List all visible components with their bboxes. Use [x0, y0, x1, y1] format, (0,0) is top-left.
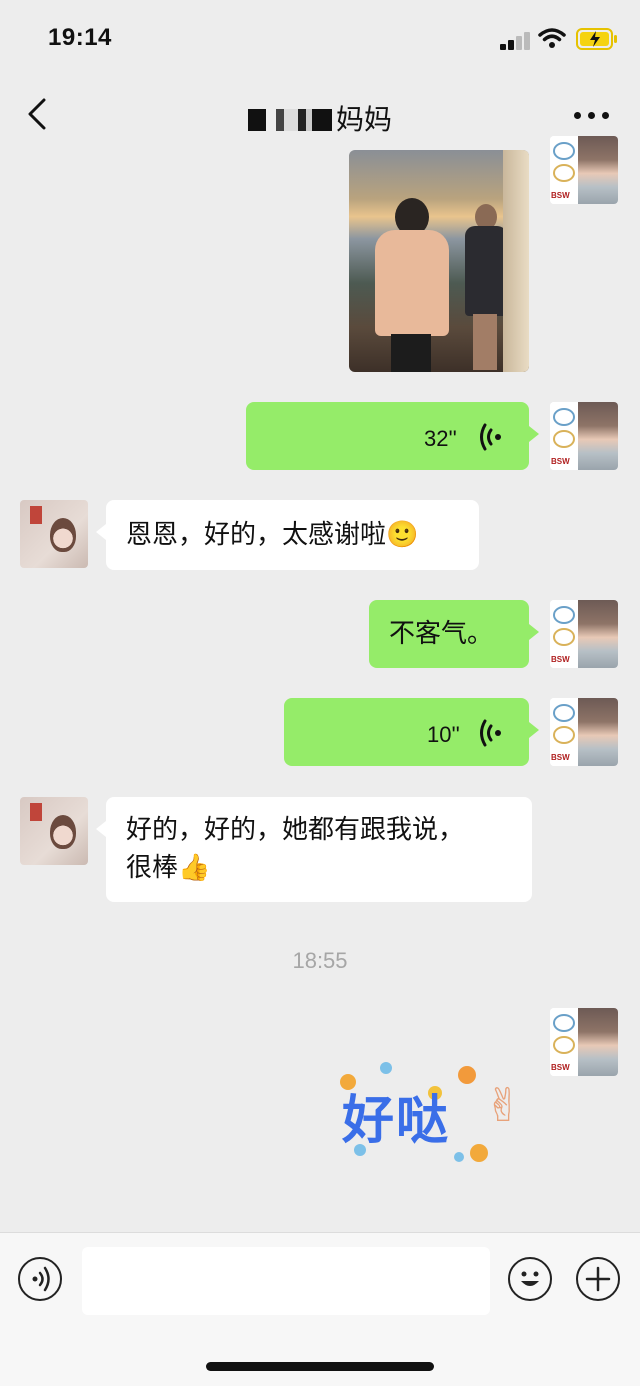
avatar-self[interactable]: BSW: [550, 1008, 618, 1076]
sticker-dot: [380, 1062, 392, 1074]
voice-wave-icon: [32, 1266, 50, 1292]
avatar-self[interactable]: BSW: [550, 136, 618, 204]
emoji-icon[interactable]: [508, 1257, 552, 1301]
avatar-self[interactable]: BSW: [550, 698, 618, 766]
home-indicator[interactable]: [206, 1362, 434, 1371]
image-message[interactable]: [349, 150, 529, 372]
text-message[interactable]: 恩恩，好的，太感谢啦🙂: [96, 500, 479, 570]
avatar-self[interactable]: BSW: [550, 600, 618, 668]
chat-title: 妈妈: [0, 98, 640, 138]
chat-header: 妈妈: [0, 80, 640, 150]
cellular-signal-icon: [500, 30, 534, 50]
message-text: 不客气。: [389, 619, 494, 649]
sticker-message[interactable]: 好哒 ✌: [332, 1052, 532, 1172]
text-message[interactable]: 不客气。: [369, 600, 539, 668]
avatar-contact[interactable]: [20, 797, 88, 865]
more-dots-icon[interactable]: [570, 104, 614, 124]
battery-charging-icon: [576, 28, 617, 50]
sticker-dot: [454, 1152, 464, 1162]
sticker-text: 好哒: [342, 1091, 451, 1151]
wifi-icon: [538, 28, 566, 48]
voice-input-icon[interactable]: [18, 1257, 62, 1301]
victory-hand-icon: ✌: [484, 1078, 523, 1132]
plus-glyph-icon: [585, 1266, 611, 1292]
sticker-dot: [458, 1066, 476, 1084]
sticker-dot: [470, 1144, 488, 1162]
voice-wave-icon: [480, 719, 501, 747]
status-bar: 19:14: [0, 0, 640, 80]
message-text: 恩恩，好的，太感谢啦🙂: [126, 520, 419, 550]
text-message[interactable]: 好的，好的，她都有跟我说， 很棒👍: [96, 797, 532, 902]
voice-message[interactable]: 32'': [246, 402, 539, 470]
avatar-self[interactable]: BSW: [550, 402, 618, 470]
status-time: 19:14: [48, 24, 112, 51]
redacted-name: [247, 109, 332, 131]
voice-message[interactable]: 10'': [284, 698, 539, 766]
voice-wave-icon: [480, 423, 501, 451]
chat-title-text: 妈妈: [335, 103, 392, 136]
voice-duration: 32'': [424, 426, 457, 451]
message-input[interactable]: [82, 1247, 490, 1315]
chat-timestamp: 18:55: [292, 948, 348, 973]
message-text-line: 好的，好的，她都有跟我说，: [126, 815, 465, 845]
smiley-face-icon: [521, 1271, 539, 1286]
avatar-contact[interactable]: [20, 500, 88, 568]
message-text-line: 很棒👍: [126, 853, 211, 883]
plus-icon[interactable]: [576, 1257, 620, 1301]
voice-duration: 10'': [427, 722, 460, 747]
